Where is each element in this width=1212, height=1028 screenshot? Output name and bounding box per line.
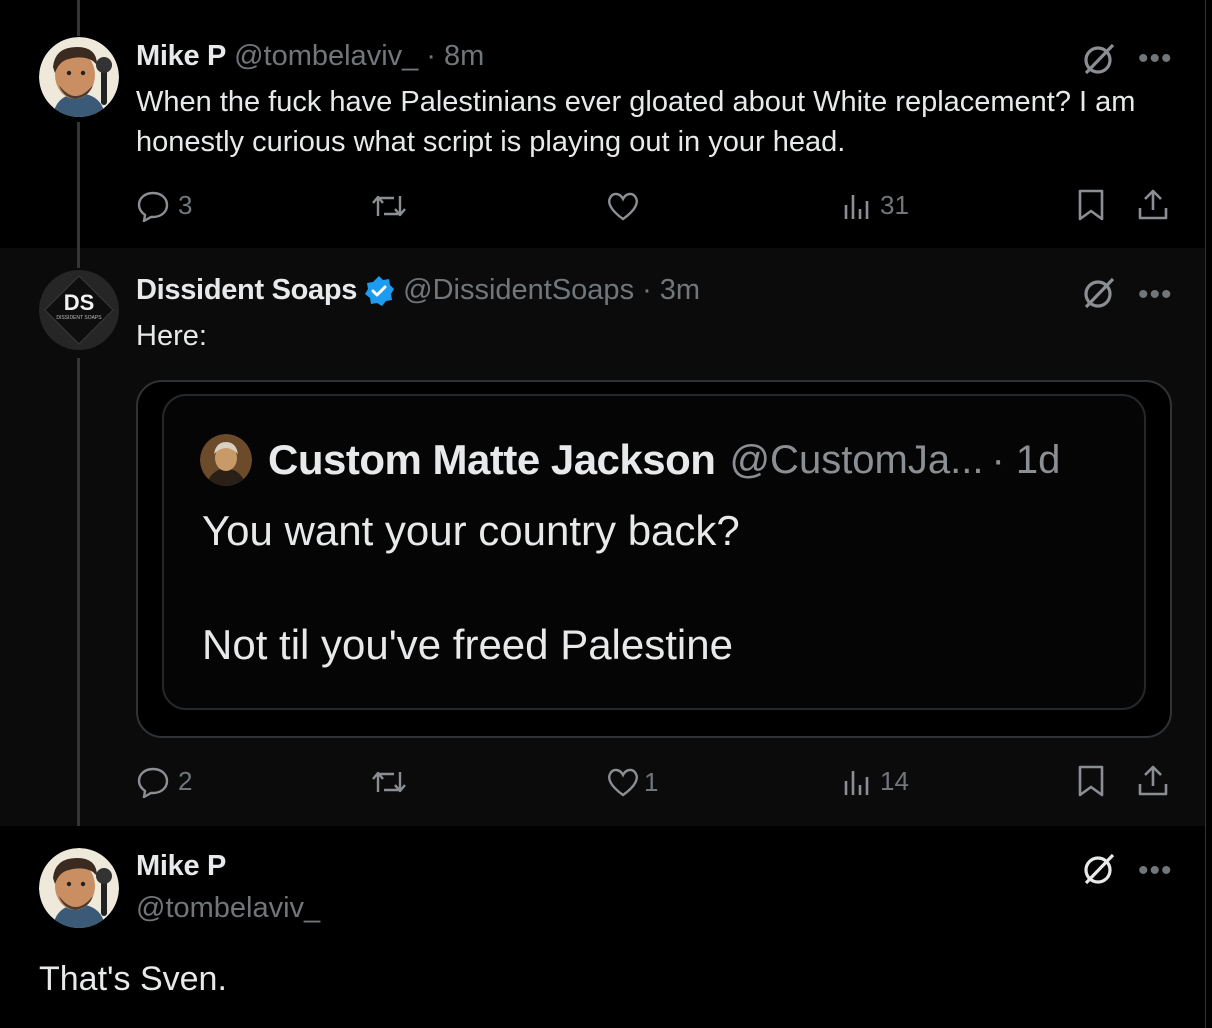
bookmark-icon [1078,189,1104,221]
thread-line [77,358,80,826]
more-icon[interactable]: ••• [1138,856,1173,886]
like-button[interactable] [606,190,640,222]
display-name[interactable]: Mike P [136,40,226,73]
display-name[interactable]: Mike P [136,850,226,883]
display-name[interactable]: Dissident Soaps [136,274,357,307]
reply-icon [137,191,169,222]
quoted-avatar[interactable] [200,434,252,486]
tweet-header: Mike P @tombelaviv_ · 8m [136,40,484,73]
grok-icon[interactable] [1082,276,1116,310]
reply-count: 2 [178,765,193,796]
handle[interactable]: @tombelaviv_ [234,40,418,73]
quoted-header: Custom Matte Jackson @CustomJa... · 1d [268,436,1060,484]
thread-line [77,122,80,248]
reply-icon [137,767,169,798]
like-count: 1 [644,766,659,797]
grok-icon[interactable] [1082,42,1116,76]
tweet-1[interactable]: Mike P @tombelaviv_ · 8m ••• When the fu… [0,0,1205,248]
handle[interactable]: @DissidentSoaps [403,274,634,307]
quoted-text-line-2: Not til you've freed Palestine [202,621,733,668]
timestamp[interactable]: · 8m [426,40,484,73]
share-button[interactable] [1136,764,1170,798]
repost-icon [372,771,406,793]
tweet-text: Here: [136,320,207,352]
avatar[interactable] [39,848,119,928]
avatar-text: DS [64,290,95,315]
quoted-timestamp[interactable]: · 1d [991,438,1060,483]
timestamp[interactable]: · 3m [642,274,700,307]
like-icon [608,192,638,221]
grok-icon[interactable] [1082,852,1116,886]
avatar[interactable]: DS DISSIDENT SOAPS [39,270,119,350]
views-button[interactable]: 31 [842,190,909,221]
views-button[interactable]: 14 [842,766,909,797]
like-icon [608,768,638,797]
reply-button[interactable]: 2 [136,764,192,798]
avatar[interactable] [39,37,119,117]
views-icon [844,194,869,219]
like-button[interactable]: 1 [606,766,658,798]
handle[interactable]: @tombelaviv_ [136,892,320,925]
reply-count: 3 [178,189,193,220]
more-icon[interactable]: ••• [1138,44,1173,74]
views-count: 31 [880,190,909,220]
repost-button[interactable] [370,190,408,222]
quoted-handle[interactable]: @CustomJa... [729,438,983,483]
share-icon [1138,765,1168,796]
tweet-header: Dissident Soaps @DissidentSoaps · 3m [136,274,700,307]
reply-button[interactable]: 3 [136,188,192,222]
tweet-text: When the fuck have Palestinians ever glo… [136,86,1136,158]
frame-edge [1205,0,1206,1028]
repost-icon [372,195,406,217]
repost-button[interactable] [370,766,408,798]
verified-badge-icon [363,275,395,307]
share-button[interactable] [1136,188,1170,222]
quoted-display-name[interactable]: Custom Matte Jackson [268,436,716,484]
more-icon[interactable]: ••• [1138,280,1173,310]
thread-line [77,0,80,36]
avatar-subtext: DISSIDENT SOAPS [56,315,102,321]
quoted-text-line-1: You want your country back? [202,507,740,554]
bookmark-button[interactable] [1076,764,1106,798]
views-count: 14 [880,766,909,796]
bookmark-icon [1078,765,1104,797]
thread-line [77,248,80,268]
bookmark-button[interactable] [1076,188,1106,222]
tweet-text: That's Sven. [39,960,227,998]
share-icon [1138,189,1168,220]
views-icon [844,770,869,795]
